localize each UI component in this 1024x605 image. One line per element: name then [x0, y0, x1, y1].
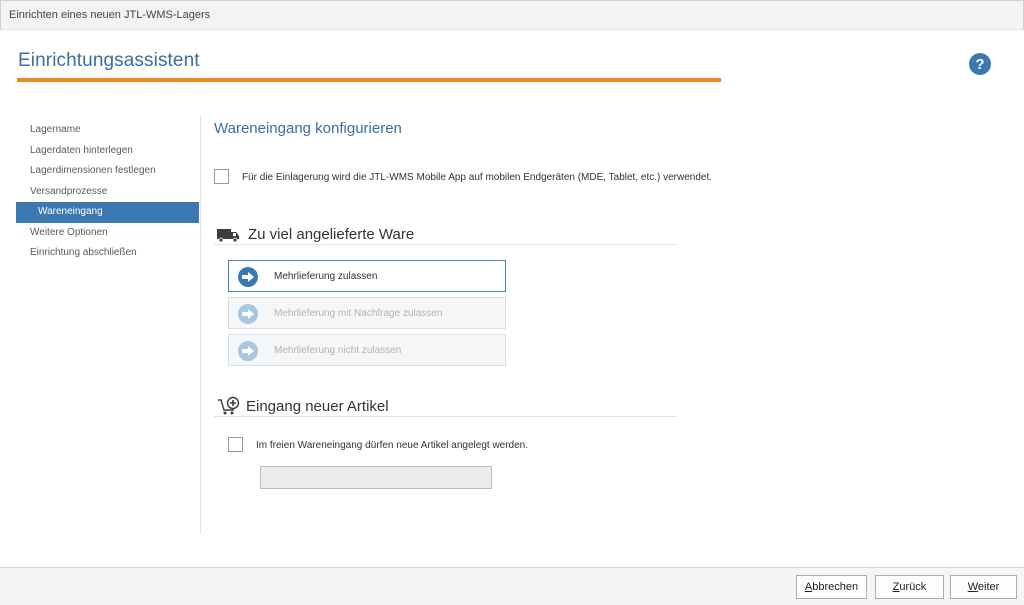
next-button-accelerator: W	[967, 581, 978, 593]
wizard-title: Einrichtungsassistent	[18, 50, 200, 71]
new-articles-section-divider	[214, 416, 677, 417]
footer-bar	[0, 568, 1024, 605]
next-button[interactable]: Weiter	[950, 575, 1017, 599]
question-circle-icon[interactable]: ?	[969, 53, 991, 75]
next-button-label: eiter	[977, 581, 1000, 593]
back-button[interactable]: Zurück	[875, 575, 944, 599]
option-mehrlieferung-nicht-zulassen[interactable]: Mehrlieferung nicht zulassen	[228, 334, 506, 366]
sidebar-item-einrichtung-abschliessen[interactable]: Einrichtung abschließen	[16, 243, 199, 264]
wizard-steps-sidebar: Lagername Lagerdaten hinterlegen Lagerdi…	[16, 120, 199, 264]
new-articles-checkbox-label: Im freien Wareneingang dürfen neue Artik…	[256, 440, 529, 451]
page-title: Wareneingang konfigurieren	[214, 120, 402, 137]
window-title: Einrichten eines neuen JTL-WMS-Lagers	[9, 9, 211, 21]
window-titlebar: Einrichten eines neuen JTL-WMS-Lagers	[0, 0, 1024, 30]
arrow-right-circle-icon	[238, 304, 258, 324]
sidebar-item-versandprozesse[interactable]: Versandprozesse	[16, 182, 199, 203]
option-label: Mehrlieferung zulassen	[274, 271, 378, 282]
sidebar-item-lagername[interactable]: Lagername	[16, 120, 199, 141]
cancel-button[interactable]: Abbrechen	[796, 575, 867, 599]
header-accent-bar	[17, 78, 721, 82]
option-mehrlieferung-mit-nachfrage[interactable]: Mehrlieferung mit Nachfrage zulassen	[228, 297, 506, 329]
sidebar-item-weitere-optionen[interactable]: Weitere Optionen	[16, 223, 199, 244]
cancel-button-label: bbrechen	[812, 581, 859, 593]
cart-add-icon	[217, 396, 241, 421]
sidebar-item-lagerdimensionen[interactable]: Lagerdimensionen festlegen	[16, 161, 199, 182]
option-mehrlieferung-zulassen[interactable]: Mehrlieferung zulassen	[228, 260, 506, 292]
sidebar-item-wareneingang[interactable]: Wareneingang	[16, 202, 199, 223]
back-button-label: urück	[899, 581, 927, 593]
overdelivery-section-title: Zu viel angelieferte Ware	[248, 226, 415, 243]
option-label: Mehrlieferung mit Nachfrage zulassen	[274, 308, 443, 319]
arrow-right-circle-icon	[238, 341, 258, 361]
option-label: Mehrlieferung nicht zulassen	[274, 345, 402, 356]
arrow-right-circle-icon	[238, 267, 258, 287]
new-articles-section-title: Eingang neuer Artikel	[246, 398, 389, 415]
sidebar-item-lagerdaten[interactable]: Lagerdaten hinterlegen	[16, 141, 199, 162]
svg-text:?: ?	[975, 56, 984, 73]
mobile-app-checkbox-label: Für die Einlagerung wird die JTL-WMS Mob…	[242, 172, 713, 183]
overdelivery-section-divider	[214, 244, 677, 245]
new-articles-checkbox[interactable]	[228, 437, 243, 452]
new-articles-input[interactable]	[260, 466, 492, 489]
mobile-app-checkbox[interactable]	[214, 169, 229, 184]
sidebar-divider	[200, 116, 201, 534]
